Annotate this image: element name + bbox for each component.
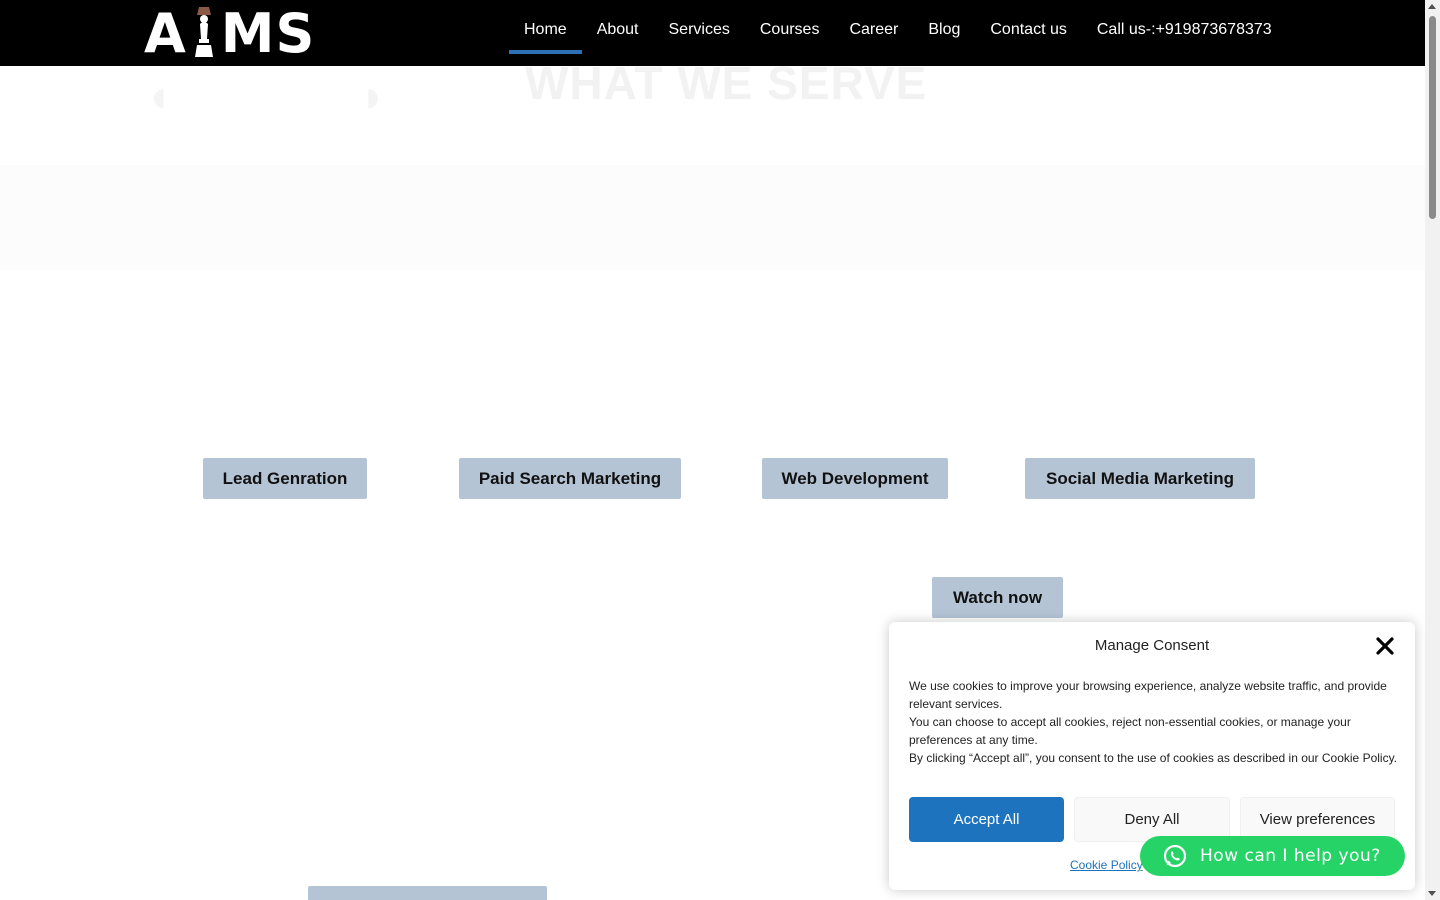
hero-title: WHAT WE SERVE — [525, 57, 928, 109]
faded-decor-icon: ◐ — [150, 72, 177, 121]
web-development-button[interactable]: Web Development — [762, 458, 948, 499]
close-icon[interactable] — [1375, 636, 1395, 656]
whatsapp-chat-button[interactable]: How can I help you? — [1140, 836, 1405, 876]
chess-bishop-icon — [189, 5, 219, 61]
nav-services[interactable]: Services — [654, 0, 745, 60]
consent-paragraph: By clicking “Accept all”, you consent to… — [909, 751, 1398, 765]
whatsapp-icon — [1163, 844, 1187, 868]
cookie-policy-link[interactable]: Cookie Policy — [1070, 858, 1143, 872]
accept-all-button[interactable]: Accept All — [909, 797, 1064, 842]
partial-bottom-button[interactable] — [308, 886, 547, 900]
page-scrollbar[interactable] — [1425, 0, 1440, 900]
nav-courses[interactable]: Courses — [745, 0, 835, 60]
watch-now-button[interactable]: Watch now — [932, 577, 1063, 618]
consent-title: Manage Consent — [1094, 637, 1210, 654]
consent-paragraph: We use cookies to improve your browsing … — [909, 679, 1387, 711]
nav-career[interactable]: Career — [834, 0, 913, 60]
nav-contact[interactable]: Contact us — [975, 0, 1081, 60]
consent-paragraph: You can choose to accept all cookies, re… — [909, 715, 1351, 747]
consent-message: We use cookies to improve your browsing … — [909, 677, 1399, 767]
nav-blog[interactable]: Blog — [913, 0, 975, 60]
nav-home[interactable]: Home — [509, 0, 582, 60]
faded-section-band — [0, 165, 1425, 270]
scroll-up-arrow-icon[interactable] — [1428, 4, 1436, 9]
logo-text-right: MS — [220, 1, 316, 65]
scroll-thumb[interactable] — [1429, 16, 1436, 219]
scroll-down-arrow-icon[interactable] — [1428, 891, 1436, 896]
site-logo[interactable]: A MS — [144, 1, 316, 65]
nav-about[interactable]: About — [582, 0, 654, 60]
faded-decor-icon-2: ◑ — [355, 72, 382, 121]
paid-search-marketing-button[interactable]: Paid Search Marketing — [459, 458, 681, 499]
social-media-marketing-button[interactable]: Social Media Marketing — [1025, 458, 1255, 499]
nav-call[interactable]: Call us-:+919873678373 — [1082, 0, 1287, 60]
whatsapp-label: How can I help you? — [1200, 846, 1381, 866]
lead-generation-button[interactable]: Lead Genration — [203, 458, 367, 499]
logo-text-left: A — [144, 1, 187, 65]
